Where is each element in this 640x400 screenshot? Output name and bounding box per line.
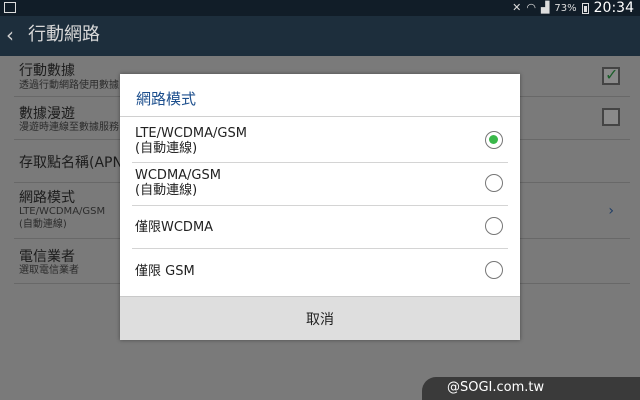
setting-title: 數據漫遊 xyxy=(19,106,75,122)
action-bar: ‹ 行動網路 xyxy=(0,16,640,56)
option-label-line1: LTE/WCDMA/GSM xyxy=(135,126,247,141)
option-wcdma-only[interactable]: 僅限WCDMA xyxy=(120,206,520,248)
option-lte-wcdma-gsm[interactable]: LTE/WCDMA/GSM (自動連線) xyxy=(120,119,520,162)
watermark-text: @SOGI.com.tw xyxy=(447,380,545,395)
option-label-line2: (自動連線) xyxy=(135,141,198,156)
radio-button[interactable] xyxy=(485,217,503,235)
dialog-title-divider xyxy=(120,116,520,117)
setting-title: 行動數據 xyxy=(19,63,75,79)
mute-icon: ✕ xyxy=(512,1,522,14)
option-label-line1: WCDMA/GSM xyxy=(135,168,221,183)
status-bar: ✕ ◠ ▟ 73% 20:34 xyxy=(0,0,640,16)
option-gsm-only[interactable]: 僅限 GSM xyxy=(120,249,520,295)
screenshot-notification-icon xyxy=(4,2,16,13)
data-roaming-checkbox[interactable] xyxy=(602,108,620,126)
setting-title: 網路模式 xyxy=(19,190,75,206)
radio-button[interactable] xyxy=(485,261,503,279)
battery-percent: 73% xyxy=(554,2,577,14)
setting-subtitle-line1: LTE/WCDMA/GSM xyxy=(19,206,106,217)
setting-subtitle: 選取電信業者 xyxy=(19,265,79,276)
checkmark-icon: ✓ xyxy=(605,65,619,84)
setting-subtitle: 透過行動網路使用數據 xyxy=(19,80,119,91)
battery-icon xyxy=(581,2,589,14)
dialog-title: 網路模式 xyxy=(136,90,197,108)
setting-subtitle: 漫遊時連線至數據服務 xyxy=(19,122,119,133)
status-icons: ✕ ◠ ▟ 73% 20:34 xyxy=(512,0,634,16)
setting-subtitle-line2: (自動連線) xyxy=(19,219,67,230)
mobile-data-checkbox[interactable]: ✓ xyxy=(602,65,620,85)
radio-button-selected[interactable] xyxy=(485,131,503,149)
back-arrow-icon[interactable]: ‹ xyxy=(6,24,14,46)
chevron-right-icon: › xyxy=(608,203,614,219)
network-mode-dialog: 網路模式 LTE/WCDMA/GSM (自動連線) WCDMA/GSM (自動連… xyxy=(120,74,520,340)
watermark: @SOGI.com.tw xyxy=(422,377,640,400)
cancel-button-label: 取消 xyxy=(306,312,334,328)
clock: 20:34 xyxy=(593,0,634,16)
page-title[interactable]: 行動網路 xyxy=(28,24,100,46)
setting-title: 電信業者 xyxy=(19,249,75,265)
radio-button[interactable] xyxy=(485,174,503,192)
option-label: 僅限WCDMA xyxy=(135,220,214,235)
option-label-line2: (自動連線) xyxy=(135,183,198,198)
cancel-button[interactable]: 取消 xyxy=(120,296,520,340)
option-label: 僅限 GSM xyxy=(135,264,195,279)
option-wcdma-gsm[interactable]: WCDMA/GSM (自動連線) xyxy=(120,163,520,205)
wifi-icon: ◠ xyxy=(526,1,536,14)
signal-icon: ▟ xyxy=(540,1,550,14)
setting-title: 存取點名稱(APN) xyxy=(19,155,129,171)
